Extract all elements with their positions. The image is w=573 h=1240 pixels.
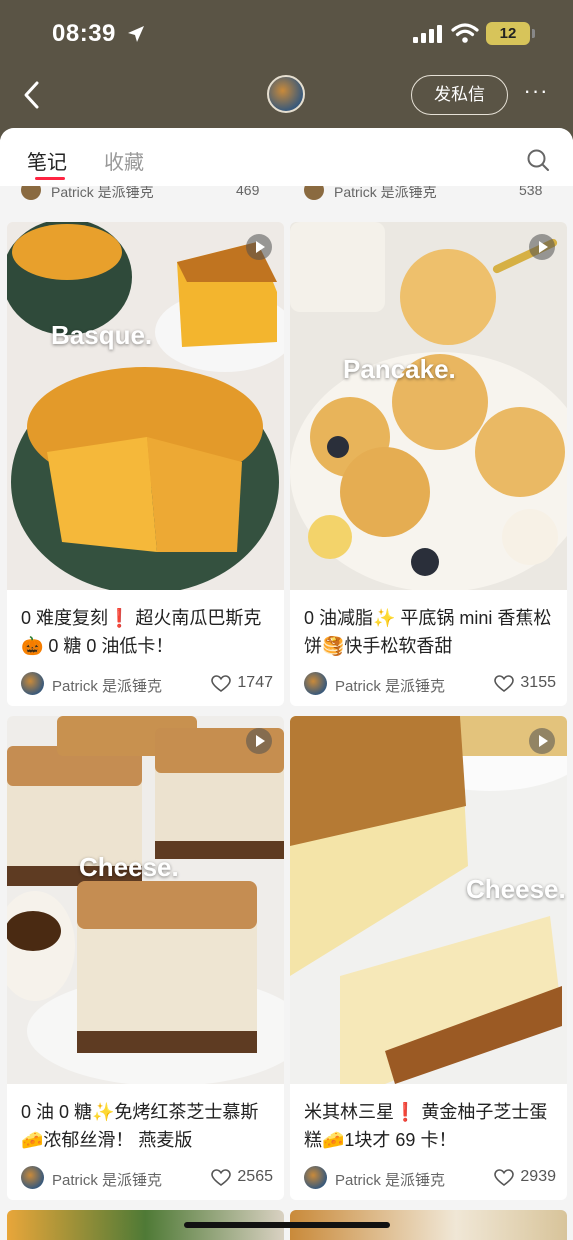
cover-caption: Basque. <box>51 320 153 350</box>
like-count: 1747 <box>237 674 273 691</box>
more-options-icon[interactable]: ··· <box>520 80 552 106</box>
note-cover-image: Basque. <box>7 222 284 590</box>
heart-icon[interactable] <box>211 1169 231 1187</box>
list-item[interactable]: Patrick 是派锤克 469 <box>21 186 271 200</box>
author-name: Patrick 是派锤克 <box>52 678 163 695</box>
status-time: 08:39 <box>52 20 116 47</box>
tab-collections[interactable]: 收藏 <box>104 146 144 175</box>
nav-bar: 发私信 ··· <box>0 72 573 118</box>
note-cover-image: Pancake. <box>290 222 567 590</box>
author-name: Patrick 是派锤克 <box>335 1172 446 1189</box>
like-count: 469 <box>236 186 260 198</box>
author-avatar <box>21 1166 44 1189</box>
note-cover-image: Cheese. <box>7 716 284 1084</box>
author-avatar <box>21 672 44 695</box>
note-title: 0 油减脂✨ 平底锅 mini 香蕉松饼🥞快手松软香甜 <box>304 608 552 656</box>
note-title: 0 油 0 糖✨免烤红茶芝士慕斯🧀浓郁丝滑！ 燕麦版 <box>21 1102 259 1150</box>
video-play-icon <box>246 234 272 260</box>
home-indicator[interactable] <box>184 1222 390 1228</box>
note-meta: Patrick 是派锤克 2565 <box>21 1166 273 1190</box>
heart-icon[interactable] <box>494 1169 514 1187</box>
wifi-icon <box>451 23 479 43</box>
author-name: Patrick 是派锤克 <box>335 678 446 695</box>
note-meta: Patrick 是派锤克 1747 <box>21 672 273 696</box>
send-message-button[interactable]: 发私信 <box>411 75 508 115</box>
cover-caption: Cheese. <box>466 874 566 904</box>
battery-indicator: 12 <box>486 22 530 45</box>
avatar <box>304 186 324 200</box>
note-card[interactable]: Pancake. 0 油减脂✨ 平底锅 mini 香蕉松饼🥞快手松软香甜 Pat… <box>290 222 567 706</box>
profile-header: 08:39 12 发私信 ··· <box>0 0 573 140</box>
profile-avatar[interactable] <box>267 75 305 113</box>
like-count: 3155 <box>520 674 556 691</box>
note-card[interactable]: Basque. 0 难度复刻❗️ 超火南瓜巴斯克🎃 0 糖 0 油低卡！ Pat… <box>7 222 284 706</box>
note-title: 0 难度复刻❗️ 超火南瓜巴斯克🎃 0 糖 0 油低卡！ <box>21 608 262 656</box>
like-count: 2565 <box>237 1168 273 1185</box>
video-play-icon <box>246 728 272 754</box>
author-avatar <box>304 672 327 695</box>
note-title: 米其林三星❗️ 黄金柚子芝士蛋糕🧀1块才 69 卡！ <box>304 1102 548 1150</box>
note-meta: Patrick 是派锤克 3155 <box>304 672 556 696</box>
tea-cheesecake-illustration <box>7 716 284 1084</box>
note-cover-image: Cheese. <box>290 716 567 1084</box>
author-avatar <box>304 1166 327 1189</box>
note-card[interactable]: Cheese. 米其林三星❗️ 黄金柚子芝士蛋糕🧀1块才 69 卡！ Patri… <box>290 716 567 1200</box>
note-card[interactable]: Cheese. 0 油 0 糖✨免烤红茶芝士慕斯🧀浓郁丝滑！ 燕麦版 Patri… <box>7 716 284 1200</box>
author-name: Patrick 是派锤克 <box>334 186 437 200</box>
heart-icon[interactable] <box>211 675 231 693</box>
list-item[interactable]: Patrick 是派锤克 538 <box>304 186 554 200</box>
video-play-icon <box>529 728 555 754</box>
like-count: 538 <box>519 186 543 198</box>
active-tab-indicator <box>35 177 65 180</box>
back-arrow-icon[interactable] <box>20 80 44 110</box>
cellular-signal-icon <box>413 25 442 43</box>
note-meta: Patrick 是派锤克 2939 <box>304 1166 556 1190</box>
content-sheet: 笔记 收藏 Patrick 是派锤克 469 Patrick 是派锤克 538 <box>0 128 573 1240</box>
battery-tip <box>532 29 535 38</box>
pancake-illustration <box>290 222 567 590</box>
tab-notes[interactable]: 笔记 <box>27 146 67 175</box>
avatar <box>21 186 41 200</box>
pumpkin-cake-illustration <box>7 222 284 590</box>
location-arrow-icon <box>128 26 144 42</box>
cover-caption: Cheese. <box>79 852 179 882</box>
tab-bar: 笔记 收藏 <box>0 128 573 186</box>
video-play-icon <box>529 234 555 260</box>
like-count: 2939 <box>520 1168 556 1185</box>
author-name: Patrick 是派锤克 <box>52 1172 163 1189</box>
cover-caption: Pancake. <box>343 354 456 384</box>
status-bar: 08:39 12 <box>0 18 573 52</box>
heart-icon[interactable] <box>494 675 514 693</box>
search-icon[interactable] <box>526 148 550 172</box>
author-name: Patrick 是派锤克 <box>51 186 154 200</box>
